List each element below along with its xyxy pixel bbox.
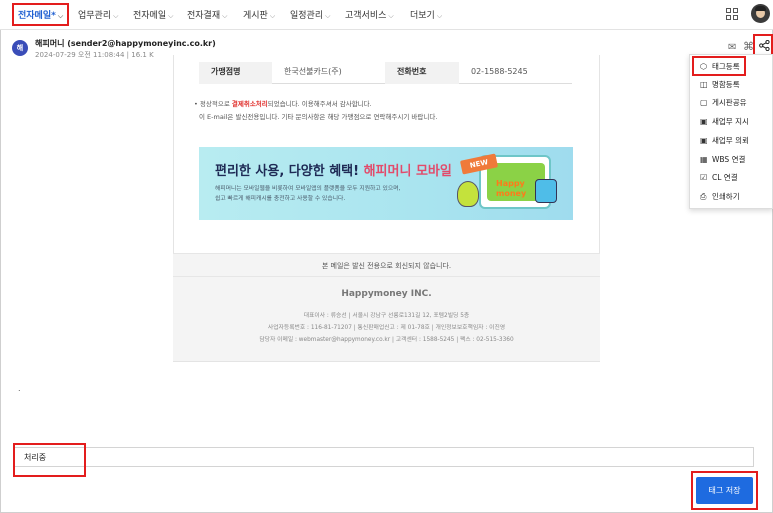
top-navigation: 전자메일* ⌵ 업무관리 ⌵ 전자메일 ⌵ 전자결재 ⌵ 게시판 ⌵ 일정관리 ⌵ 고객서비…: [0, 0, 773, 30]
nav-label: 전자메일: [133, 11, 167, 21]
company-registration: 사업자등록번호 : 116-81-71207 | 통신판매업신고 : 제 01-…: [267, 325, 506, 331]
task-icon: ▣: [700, 117, 708, 126]
nav-email-active[interactable]: 전자메일* ⌵: [18, 8, 63, 21]
menu-item-tag-register[interactable]: ⬡ 태그등록: [690, 58, 773, 76]
chevron-down-icon: ⌵: [325, 12, 331, 20]
tag-icon: ⬡: [700, 62, 707, 71]
checkbox-icon: ☑: [700, 173, 708, 182]
merchant-info-table: 가맹점명 한국선불카드(주) 전화번호 02-1588-5245: [199, 62, 572, 84]
menu-label: WBS 연결: [712, 155, 746, 164]
promo-banner[interactable]: 편리한 사용, 다양한 혜택! 해피머니 모바일 해피머니는 모바일웹을 비롯하…: [199, 147, 573, 220]
menu-label: 새업무 지시: [712, 117, 749, 126]
chevron-down-icon: ⌵: [168, 12, 174, 20]
notice-text: • 정상적으로: [194, 100, 232, 108]
hash-icon[interactable]: ⌘: [743, 40, 754, 53]
merchant-name-value: 한국선불카드(주): [284, 67, 342, 76]
chevron-down-icon: ⌵: [436, 12, 443, 20]
wbs-icon: ▦: [700, 155, 708, 164]
nav-approval[interactable]: 전자결재 ⌵: [187, 8, 227, 21]
message-meta: 2024-07-29 오전 11:08:44 | 16.1 K: [35, 51, 154, 59]
notice-text: 되었습니다. 이용해주셔서 감사합니다.: [267, 100, 372, 108]
sender-avatar: 해: [12, 40, 28, 56]
menu-item-print[interactable]: ⎙ 인쇄하기: [690, 188, 773, 206]
menu-item-new-task-request[interactable]: ▣ 새업무 의뢰: [690, 132, 773, 150]
nav-work-management[interactable]: 업무관리 ⌵: [78, 8, 118, 21]
nav-label: 고객서비스: [345, 11, 387, 21]
nav-schedule[interactable]: 일정관리 ⌵: [290, 8, 330, 21]
phone-value: 02-1588-5245: [471, 67, 528, 76]
mascot-illustration: [457, 181, 479, 207]
phone-header: 전화번호: [385, 62, 459, 84]
no-reply-text: 본 메일은 발신 전용으로 회신되지 않습니다.: [321, 262, 452, 270]
nav-more[interactable]: 더보기 ⌵: [410, 8, 442, 21]
company-contact: 담당자 이메일 : webmaster@happymoney.co.kr | 고…: [259, 337, 514, 343]
body-text: .: [18, 384, 21, 393]
notice-highlight: 결제취소처리: [231, 100, 268, 108]
tag-input[interactable]: [13, 447, 754, 467]
mail-icon[interactable]: ✉: [728, 42, 736, 53]
banner-subtext: 해피머니는 모바일웹을 비롯하여 모바일앱의 플랫폼을 모두 지원하고 있으며,: [215, 186, 401, 192]
task-icon: ▣: [700, 136, 708, 145]
banner-title-text: 편리한 사용, 다양한 혜택!: [215, 164, 364, 179]
nav-label: 업무관리: [78, 11, 112, 21]
nav-customer-service[interactable]: 고객서비스 ⌵: [345, 8, 394, 21]
nav-label: 전자결재: [187, 11, 221, 21]
banner-logo-text: Happy: [496, 179, 525, 188]
chevron-down-icon: ⌵: [388, 12, 394, 20]
print-icon: ⎙: [700, 192, 707, 201]
clipboard-icon: ▢: [700, 98, 708, 107]
menu-label: 태그등록: [712, 62, 740, 71]
book-icon: ◫: [700, 80, 708, 89]
menu-item-new-task-assign[interactable]: ▣ 새업무 지시: [690, 113, 773, 131]
cancel-notice: • 정상적으로 결제취소처리되었습니다. 이용해주셔서 감사합니다.: [194, 98, 372, 108]
tag-save-button[interactable]: 태그 저장: [696, 477, 753, 504]
chevron-down-icon: ⌵: [113, 12, 119, 20]
menu-label: 새업무 의뢰: [712, 136, 749, 145]
nav-label: 게시판: [243, 11, 268, 21]
menu-item-cl-link[interactable]: ☑ CL 연결: [690, 169, 773, 187]
nav-email[interactable]: 전자메일 ⌵: [133, 8, 173, 21]
menu-label: 인쇄하기: [712, 192, 740, 201]
menu-label: 게시판공유: [712, 98, 747, 107]
chevron-down-icon: ⌵: [269, 12, 276, 20]
sender-name[interactable]: 해피머니 (sender2@happymoneyinc.co.kr): [35, 38, 216, 49]
nav-label: 일정관리: [290, 11, 324, 21]
sender-only-notice: 이 E-mail은 발신전용입니다. 기타 문의사항은 해당 가맹점으로 연락해…: [199, 113, 438, 121]
company-address: 대표이사 : 류승선 | 서울시 강남구 선릉로131길 12, 포템2빌딩 5…: [303, 313, 470, 319]
banner-subtext: 쉽고 빠르게 해피캐시를 충전하고 사용할 수 있습니다.: [215, 196, 346, 202]
menu-item-wbs-link[interactable]: ▦ WBS 연결: [690, 151, 773, 169]
menu-item-board-share[interactable]: ▢ 게시판공유: [690, 94, 773, 112]
menu-item-business-card[interactable]: ◫ 명함등록: [690, 76, 773, 94]
nav-label: 전자메일*: [18, 11, 56, 21]
banner-title: 편리한 사용, 다양한 혜택! 해피머니 모바일: [215, 160, 452, 179]
nav-label: 더보기: [410, 11, 435, 21]
chevron-down-icon: ⌵: [222, 12, 228, 20]
share-icon[interactable]: [759, 39, 770, 54]
grid-icon[interactable]: [726, 8, 739, 21]
banner-logo-text: money: [496, 189, 527, 198]
avatar[interactable]: [751, 4, 770, 23]
company-footer: Happymoney INC. 대표이사 : 류승선 | 서울시 강남구 선릉로…: [173, 277, 600, 361]
more-actions-menu: ⬡ 태그등록 ◫ 명함등록 ▢ 게시판공유 ▣ 새업무 지시 ▣ 새업무 의뢰 ▦ WBS …: [689, 54, 773, 209]
banner-brand: 해피머니 모바일: [363, 164, 452, 179]
company-name: Happymoney INC.: [341, 289, 432, 299]
nav-board[interactable]: 게시판 ⌵: [243, 8, 275, 21]
menu-label: 명함등록: [712, 80, 740, 89]
chevron-down-icon: ⌵: [57, 12, 64, 20]
merchant-name-header: 가맹점명: [199, 62, 272, 84]
no-reply-strip: 본 메일은 발신 전용으로 회신되지 않습니다.: [173, 253, 600, 277]
menu-label: CL 연결: [712, 173, 738, 182]
mascot-illustration: [535, 179, 557, 203]
